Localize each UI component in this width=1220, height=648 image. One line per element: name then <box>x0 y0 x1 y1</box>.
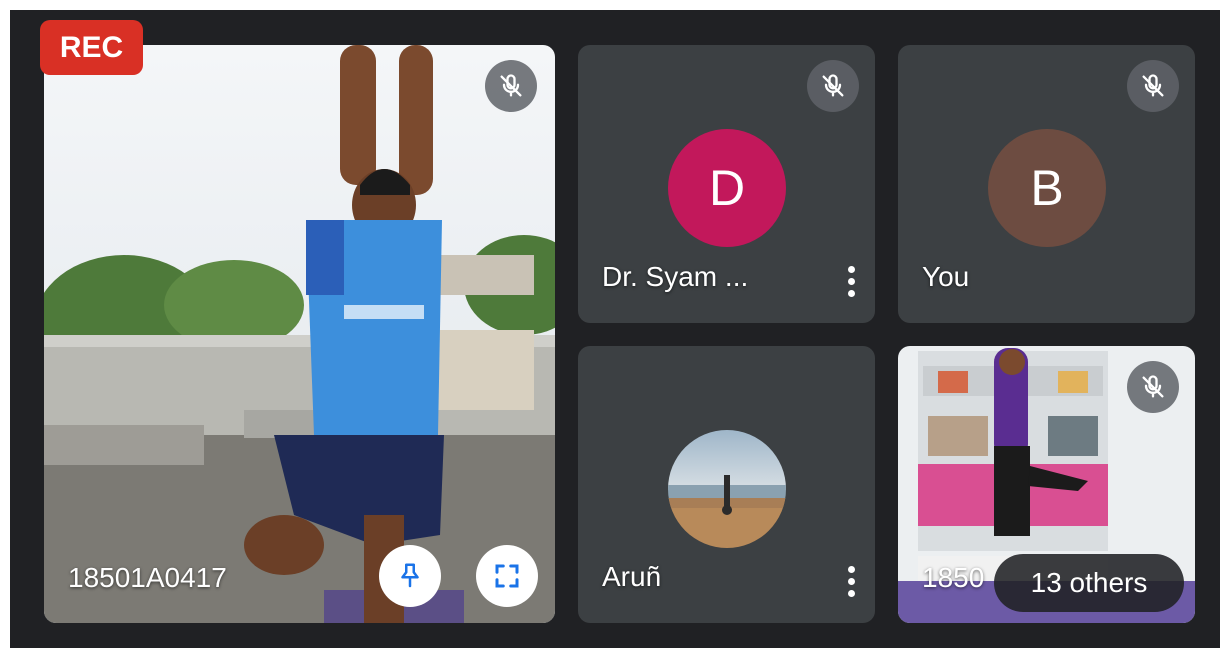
more-vert-icon[interactable] <box>841 261 861 301</box>
pin-icon <box>401 563 419 588</box>
avatar <box>668 430 786 548</box>
fullscreen-icon <box>495 564 519 588</box>
participant-tile-arun[interactable]: Aruñ <box>578 346 875 623</box>
avatar: B <box>988 129 1106 247</box>
fullscreen-button[interactable] <box>476 545 538 607</box>
more-vert-icon[interactable] <box>841 561 861 601</box>
pin-button[interactable] <box>379 545 441 607</box>
mic-off-icon <box>1127 60 1179 112</box>
participant-tile-main[interactable]: 18501A0417 <box>44 45 555 623</box>
participant-tile-dr-syam[interactable]: D Dr. Syam ... <box>578 45 875 323</box>
participant-video <box>44 45 555 623</box>
recording-badge: REC <box>40 20 143 75</box>
mic-off-icon <box>1127 361 1179 413</box>
others-chip[interactable]: 13 others <box>994 554 1184 612</box>
participant-name: Dr. Syam ... <box>602 261 749 292</box>
participant-name: 18501A0417 <box>68 562 227 593</box>
mic-off-icon <box>807 60 859 112</box>
participant-name: 1850 <box>922 562 985 593</box>
participant-name: Aruñ <box>602 561 662 592</box>
participant-tile-you[interactable]: B You <box>898 45 1195 323</box>
participant-name: You <box>922 261 970 292</box>
mic-off-icon <box>485 60 537 112</box>
avatar: D <box>668 129 786 247</box>
